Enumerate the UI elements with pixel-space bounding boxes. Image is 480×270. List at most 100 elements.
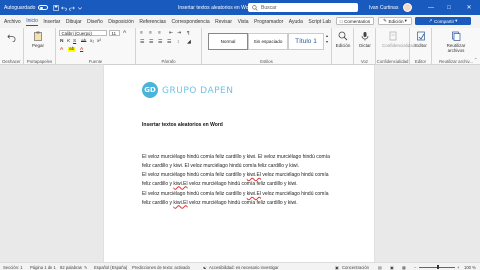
editing-button[interactable]: Edición <box>332 31 354 48</box>
grow-font-icon[interactable]: A <box>123 30 126 35</box>
tab-diseno[interactable]: Diseño <box>87 19 103 25</box>
tab-dibujar[interactable]: Dibujar <box>66 19 82 25</box>
paste-button[interactable]: Pegar <box>27 31 49 48</box>
italic-icon[interactable]: K <box>67 39 70 44</box>
status-zoom[interactable]: 100 % <box>464 265 476 270</box>
editor-button[interactable]: Editor <box>410 31 432 48</box>
status-word-count[interactable]: 82 palabras <box>60 265 82 270</box>
autosave-toggle[interactable] <box>38 5 49 10</box>
paragraph-3: El veloz murciélago hindú comía feliz ca… <box>142 190 337 207</box>
tab-referencias[interactable]: Referencias <box>139 19 166 25</box>
search-placeholder: Buscar <box>261 4 277 11</box>
microphone-icon <box>361 32 369 41</box>
focus-icon[interactable]: ▣ <box>335 265 339 270</box>
share-button[interactable]: ↗ Compartir ▾ <box>415 17 471 25</box>
redo-icon[interactable] <box>69 5 76 11</box>
zoom-slider-handle[interactable] <box>437 265 439 269</box>
multilevel-list-icon[interactable]: ≡ <box>158 31 161 36</box>
comment-icon: □ <box>339 18 343 24</box>
undo-group: Deshacer <box>0 28 24 65</box>
justify-icon[interactable]: ☰ <box>167 40 171 45</box>
status-text-predictions[interactable]: Predicciones de texto: activado <box>132 265 190 270</box>
clipboard-icon <box>34 31 42 41</box>
tab-inicio[interactable]: Inicio <box>26 18 38 26</box>
reuse-files-button[interactable]: Reutilizar archivos <box>445 31 467 53</box>
spelling-error[interactable]: kiwi.El <box>173 181 187 187</box>
status-language[interactable]: Español (España) <box>94 265 127 270</box>
shading-icon[interactable]: ◢ <box>187 40 191 45</box>
style-heading-1[interactable]: Título 1 <box>288 33 324 50</box>
tab-programador[interactable]: Programador <box>254 19 283 25</box>
save-icon[interactable] <box>53 4 60 11</box>
bullets-icon[interactable]: ≡ <box>140 31 143 36</box>
editor-group-label: Editor <box>414 59 427 64</box>
paragraph-line: feliz cardillo y kiwi.El veloz murciélag… <box>142 199 298 206</box>
status-accessibility[interactable]: Accesibilidad: es necesario investigar <box>209 265 279 270</box>
superscript-icon[interactable]: x² <box>97 39 101 44</box>
spelling-error[interactable]: kiwi.El <box>247 191 261 197</box>
print-layout-icon[interactable]: ▣ <box>390 265 394 270</box>
clipboard-group-label: Portapapeles <box>26 59 53 64</box>
chevron-up-icon[interactable]: ▴ <box>326 33 328 38</box>
avatar[interactable] <box>403 3 412 12</box>
strikethrough-icon[interactable]: ab <box>81 39 86 44</box>
proofing-icon[interactable]: ✎ <box>84 265 88 270</box>
document-page[interactable]: GD GRUPO DAPEN Insertar textos aleatorio… <box>104 65 374 262</box>
decrease-indent-icon[interactable]: ⇤ <box>169 31 173 36</box>
autosave-label: Autoguardado <box>4 4 36 11</box>
styles-group: Normal Sin espaciado Título 1 ▴ ▾ Estilo… <box>202 28 332 65</box>
numbering-icon[interactable]: ≡ <box>149 31 152 36</box>
status-focus[interactable]: Concentración <box>342 265 369 270</box>
bold-icon[interactable]: N <box>60 39 63 44</box>
align-right-icon[interactable]: ☰ <box>158 40 162 45</box>
text-effects-icon[interactable]: A <box>60 47 63 52</box>
editing-mode-button[interactable]: ✎ Edición ▾ <box>378 17 412 25</box>
font-size-dropdown[interactable]: 11 <box>109 30 120 36</box>
comments-button[interactable]: □ Comentarios <box>336 17 374 25</box>
brand-name: GRUPO DAPEN <box>162 86 234 96</box>
undo-icon[interactable] <box>7 33 16 42</box>
web-layout-icon[interactable]: ▦ <box>402 265 406 270</box>
user-name[interactable]: Ivan Curtinas <box>369 5 398 11</box>
dictate-button[interactable]: Dictar <box>354 31 376 48</box>
close-icon[interactable]: ✕ <box>462 0 476 15</box>
chevron-down-icon[interactable]: ▾ <box>326 39 328 44</box>
tab-disposicion[interactable]: Disposición <box>108 19 134 25</box>
font-group: Calibri (Cuerpo) 11 A N K S ab x₂ x² A a… <box>56 28 136 65</box>
customize-toolbar-icon[interactable] <box>77 5 83 11</box>
align-center-icon[interactable]: ☰ <box>149 40 153 45</box>
status-page[interactable]: Página 1 de 1 <box>30 265 56 270</box>
tab-script-lab[interactable]: Script Lab <box>308 19 331 25</box>
undo-icon[interactable] <box>61 5 68 11</box>
search-box[interactable]: Buscar <box>248 3 358 12</box>
align-left-icon[interactable]: ☰ <box>140 40 144 45</box>
style-no-spacing[interactable]: Sin espaciado <box>248 33 288 50</box>
spelling-error[interactable]: kiwi.El <box>173 200 187 206</box>
increase-indent-icon[interactable]: ⇥ <box>177 31 181 36</box>
zoom-in-icon[interactable]: + <box>457 265 459 270</box>
tab-archivo[interactable]: Archivo <box>4 19 21 25</box>
tab-correspondencia[interactable]: Correspondencia <box>172 19 210 25</box>
read-mode-icon[interactable]: ▤ <box>378 265 382 270</box>
tab-vista[interactable]: Vista <box>238 19 249 25</box>
line-spacing-icon[interactable]: ↕ <box>177 40 179 45</box>
minimize-icon[interactable]: — <box>424 0 438 15</box>
maximize-icon[interactable]: □ <box>442 0 456 15</box>
tab-ayuda[interactable]: Ayuda <box>289 19 303 25</box>
highlight-icon[interactable]: ab <box>68 47 76 52</box>
style-normal[interactable]: Normal <box>208 33 248 50</box>
tab-revisar[interactable]: Revisar <box>215 19 232 25</box>
spelling-error[interactable]: kiwi.El <box>247 172 261 178</box>
reuse-files-group-label: Reutilizar archiv... <box>439 59 473 64</box>
collapse-ribbon-icon[interactable]: ⌃ <box>474 57 477 62</box>
font-name-dropdown[interactable]: Calibri (Cuerpo) <box>59 30 107 36</box>
show-marks-icon[interactable]: ¶ <box>187 31 190 36</box>
zoom-out-icon[interactable]: − <box>414 265 416 270</box>
accessibility-icon[interactable]: ☯ <box>203 265 207 270</box>
font-color-icon[interactable]: A <box>80 47 83 52</box>
sensitivity-button[interactable]: Confidencialidad <box>382 31 415 48</box>
status-section[interactable]: Sección: 1 <box>3 265 23 270</box>
underline-icon[interactable]: S <box>73 39 76 44</box>
tab-insertar[interactable]: Insertar <box>43 19 60 25</box>
subscript-icon[interactable]: x₂ <box>90 39 94 44</box>
